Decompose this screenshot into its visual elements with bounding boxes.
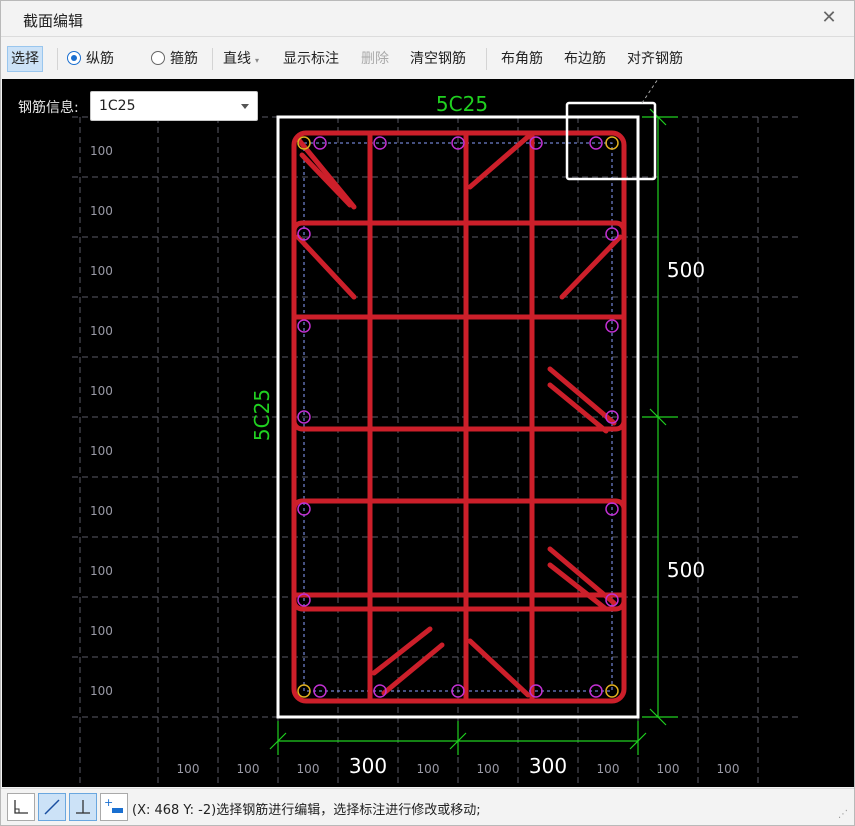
stirrup-hook[interactable]: [299, 152, 353, 208]
resize-grip-icon[interactable]: ⋰: [838, 809, 848, 820]
toolbar-separator: [486, 48, 487, 70]
delete-button[interactable]: 删除: [361, 46, 389, 72]
status-bar: + (X: 468 Y: -2)选择钢筋进行编辑，选择标注进行修改或移动; ⋰: [1, 788, 854, 825]
grid-label: 100: [477, 762, 500, 776]
grid-label: 100: [90, 624, 113, 638]
radio-unchecked-icon: [151, 51, 165, 65]
clear-rebar-button[interactable]: 清空钢筋: [410, 46, 466, 72]
line-type-dropdown[interactable]: 直线 ▾: [223, 46, 259, 72]
section-canvas[interactable]: 100 100 100 100 100 100 100 100 100 100 100 100 100 1…: [2, 79, 854, 787]
grid-labels: 100 100 100 100 100 100 100 100 100 100 100 100 100 1…: [90, 144, 739, 776]
grid-label: 100: [90, 444, 113, 458]
perpendicular-icon: [76, 800, 90, 814]
radio-checked-icon: [67, 51, 81, 65]
add-dimension-icon: +: [104, 796, 123, 813]
grid-label: 100: [597, 762, 620, 776]
section-drawing[interactable]: 100 100 100 100 100 100 100 100 100 100 100 100 100 1…: [2, 79, 854, 787]
rebar-info-label: 钢筋信息:: [18, 100, 79, 116]
svg-text:+: +: [104, 796, 113, 809]
grid-label: 100: [90, 144, 113, 158]
add-dimension-button[interactable]: +: [100, 793, 128, 821]
grid-label: 100: [90, 504, 113, 518]
grid-label: 100: [90, 264, 113, 278]
stirrup-hook[interactable]: [371, 626, 433, 676]
title-bar: 截面编辑 ✕: [1, 1, 854, 37]
chevron-down-icon: [241, 104, 249, 109]
stirrup-hook[interactable]: [467, 638, 531, 698]
grid-label: 100: [417, 762, 440, 776]
corner-snap-icon: [14, 800, 28, 814]
grid-label: 100: [657, 762, 680, 776]
dim-text-right-lower[interactable]: 500: [667, 558, 705, 582]
stirrup-hook[interactable]: [559, 234, 623, 300]
leader-line: [641, 79, 659, 104]
corner-snap-button[interactable]: [7, 793, 35, 821]
dialog-title: 截面编辑: [23, 12, 84, 30]
dim-text-right-upper[interactable]: 500: [667, 258, 705, 282]
diagonal-line-button[interactable]: [38, 793, 66, 821]
selection-box[interactable]: [565, 101, 657, 181]
status-message: (X: 468 Y: -2)选择钢筋进行编辑，选择标注进行修改或移动;: [132, 803, 481, 818]
close-icon[interactable]: ✕: [818, 7, 840, 29]
dim-text-bottom-right[interactable]: 300: [529, 754, 567, 778]
toolbar-separator: [57, 48, 58, 70]
select-button[interactable]: 选择: [7, 46, 43, 72]
grid-lines: [72, 116, 802, 787]
stirrup-hook[interactable]: [381, 642, 445, 696]
dimension-lines[interactable]: [269, 108, 678, 755]
grid-label: 100: [90, 324, 113, 338]
line-type-label: 直线: [223, 51, 251, 67]
align-rebar-button[interactable]: 对齐钢筋: [627, 46, 683, 72]
rebar-info-select[interactable]: 1C25: [90, 91, 258, 121]
stirrup-radio[interactable]: 箍筋: [151, 46, 198, 72]
middle-stirrup-upper[interactable]: [291, 220, 627, 432]
grid-label: 100: [90, 204, 113, 218]
side-rebar-label[interactable]: 5C25: [250, 389, 274, 441]
show-annotation-button[interactable]: 显示标注: [283, 46, 339, 72]
grid-label: 100: [177, 762, 200, 776]
section-edit-dialog: 截面编辑 ✕ 选择 纵筋 箍筋 直线 ▾ 显示标注 删除 清空钢筋 布角筋 布边筋…: [0, 0, 855, 826]
stirrup-label: 箍筋: [170, 51, 198, 67]
corner-rebar-button[interactable]: 布角筋: [501, 46, 543, 72]
grid-label: 100: [717, 762, 740, 776]
toolbar-separator: [212, 48, 213, 70]
longitudinal-radio[interactable]: 纵筋: [67, 46, 114, 72]
chevron-down-icon: ▾: [255, 56, 260, 65]
longitudinal-label: 纵筋: [86, 51, 114, 67]
stirrup-hook[interactable]: [295, 234, 357, 300]
edge-rebar-button[interactable]: 布边筋: [564, 46, 606, 72]
grid-label: 100: [237, 762, 260, 776]
toolbar: 选择 纵筋 箍筋 直线 ▾ 显示标注 删除 清空钢筋 布角筋 布边筋 对齐钢筋: [1, 38, 854, 78]
diagonal-line-icon: [44, 799, 60, 815]
rebar-info-value: 1C25: [99, 98, 136, 114]
top-rebar-label[interactable]: 5C25: [436, 92, 488, 116]
grid-label: 100: [90, 684, 113, 698]
grid-label: 100: [90, 564, 113, 578]
perpendicular-button[interactable]: [69, 793, 97, 821]
dim-text-bottom-left[interactable]: 300: [349, 754, 387, 778]
grid-label: 100: [90, 384, 113, 398]
grid-label: 100: [297, 762, 320, 776]
